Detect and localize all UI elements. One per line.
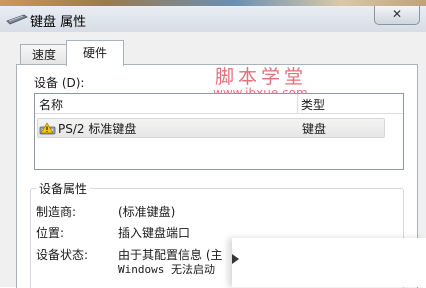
device-properties-title: 设备属性 (36, 180, 91, 197)
devices-label: 设备 (D): (34, 76, 85, 90)
location-value: 插入键盘端口 (118, 226, 191, 240)
title-bar: 键盘 属性 ✕ (0, 6, 426, 33)
tab-hardware[interactable]: 硬件 (66, 40, 124, 66)
column-separator[interactable] (297, 94, 298, 113)
device-list[interactable]: 名称 类型 PS/2 标准键盘 键盘 (34, 93, 404, 170)
close-button[interactable]: ✕ (374, 6, 420, 25)
list-header: 名称 类型 (35, 94, 403, 114)
column-header-type[interactable]: 类型 (301, 96, 325, 113)
manufacturer-value: (标准键盘) (118, 205, 176, 219)
manufacturer-label: 制造商: (36, 205, 77, 219)
status-label: 设备状态: (36, 248, 89, 262)
device-name: PS/2 标准键盘 (58, 122, 137, 136)
tab-speed[interactable]: 速度 (20, 44, 68, 65)
device-type: 键盘 (302, 122, 327, 136)
keyboard-icon (6, 12, 28, 26)
status-value-line2: Windows 无法启动 (118, 263, 215, 276)
keyboard-warning-icon (39, 122, 59, 135)
watermark-text: 脚本学堂 (215, 66, 308, 88)
list-item[interactable]: PS/2 标准键盘 键盘 (37, 118, 385, 138)
overlay-popup (232, 238, 426, 287)
location-label: 位置: (36, 226, 65, 240)
column-header-name[interactable]: 名称 (39, 96, 63, 113)
cursor-icon (232, 252, 240, 266)
window-title: 键盘 属性 (30, 15, 87, 30)
